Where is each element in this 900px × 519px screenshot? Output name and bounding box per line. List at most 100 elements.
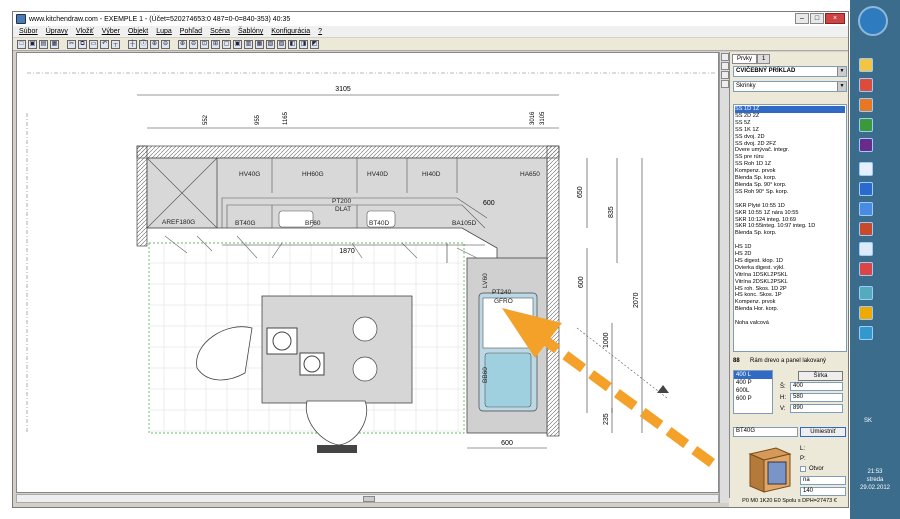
app-icon[interactable]	[859, 286, 873, 300]
app-icon[interactable]	[859, 138, 873, 152]
open-checkbox[interactable]	[800, 466, 806, 472]
list-item[interactable]: SS Roh 90° Sp. korp.	[735, 189, 845, 196]
scroll-thumb[interactable]	[363, 496, 375, 502]
v-field[interactable]: 890	[790, 404, 843, 413]
list-item[interactable]: Blenda Hor. korp.	[735, 306, 845, 313]
menu-item[interactable]: Šablóny	[238, 28, 263, 35]
toolbar-icon[interactable]: ◨	[299, 39, 308, 49]
list-item[interactable]: Dvere umývač. integr.	[735, 147, 845, 154]
list-item[interactable]: SKR 10:55 1Z nára 10:55	[735, 210, 845, 217]
toolbar-icon[interactable]: ▦	[50, 39, 59, 49]
list-item[interactable]: SS pre rúru	[735, 154, 845, 161]
kitchendraw-icon[interactable]	[859, 162, 873, 176]
toolbar-icon[interactable]: □	[17, 39, 26, 49]
tab-icon[interactable]	[721, 71, 729, 79]
category-select[interactable]: Skrinky ▼	[733, 81, 847, 92]
browser-icon[interactable]	[859, 78, 873, 92]
list-item[interactable]: SS Roh 1D 1Z	[735, 161, 845, 168]
tab-icon[interactable]	[721, 53, 729, 61]
firefox-icon[interactable]	[859, 98, 873, 112]
toolbar-icon[interactable]: ⊖	[189, 39, 198, 49]
toolbar-icon[interactable]: ⧉	[78, 39, 87, 49]
list-item[interactable]: Dvierka digest. výkl.	[735, 265, 845, 272]
menu-item[interactable]: Konfigurácia	[271, 28, 310, 35]
app-icon[interactable]	[859, 202, 873, 216]
toolbar-icon[interactable]: ⊖	[161, 39, 170, 49]
toolbar-icon[interactable]: ⊡	[200, 39, 209, 49]
menu-item[interactable]: Úpravy	[46, 28, 68, 35]
list-item[interactable]: SS dvoj. 2D	[735, 134, 845, 141]
app-icon[interactable]	[859, 118, 873, 132]
app-icon[interactable]	[859, 58, 873, 72]
toolbar-icon[interactable]: ▦	[255, 39, 264, 49]
toolbar-icon[interactable]: ↶	[100, 39, 109, 49]
variant-item[interactable]: 400 L	[734, 371, 772, 379]
list-item[interactable]: Kompenz. prvok	[735, 299, 845, 306]
list-item[interactable]: HS roh. Skos. 1D 2P	[735, 286, 845, 293]
list-item[interactable]: SKR 10:55integ. 10:97 integ. 1D	[735, 223, 845, 230]
app-icon[interactable]	[859, 222, 873, 236]
list-item[interactable]: SS 1D 1Z	[735, 106, 845, 113]
close-button[interactable]: ×	[825, 13, 845, 24]
toolbar-icon[interactable]: ▥	[244, 39, 253, 49]
list-item[interactable]: Vitrína 2DSKL2PSKL	[735, 279, 845, 286]
app-icon[interactable]	[859, 242, 873, 256]
toolbar-icon[interactable]: ▣	[233, 39, 242, 49]
toolbar-icon[interactable]: ◧	[288, 39, 297, 49]
list-item[interactable]: HS 2D	[735, 251, 845, 258]
menu-item[interactable]: Lupa	[156, 28, 172, 35]
tab-1[interactable]: 1	[757, 54, 771, 64]
list-item[interactable]: HS konc. Skos. 1P	[735, 292, 845, 299]
item-list[interactable]: SS 1D 1Z SS 2D 2Z SS 5Z SS 1K 1Z SS dvoj. 2D…	[733, 104, 847, 352]
menu-item[interactable]: Objekt	[128, 28, 148, 35]
toolbar-icon[interactable]: ◩	[310, 39, 319, 49]
drawing-canvas[interactable]: 3105 552 955 1165 3016 3105 1870 650 835…	[16, 52, 719, 493]
toolbar-icon[interactable]: ▭	[89, 39, 98, 49]
list-item[interactable]: SS dvoj. 2D 2FZ	[735, 141, 845, 148]
toolbar-icon[interactable]: ▨	[277, 39, 286, 49]
app-icon[interactable]	[859, 306, 873, 320]
height-select[interactable]: 140	[800, 487, 846, 496]
list-item[interactable]: Vitrína 1DSKL2PSKL	[735, 272, 845, 279]
list-item[interactable]: SS 5Z	[735, 120, 845, 127]
list-item[interactable]	[735, 237, 845, 244]
h-field[interactable]: 580	[790, 393, 843, 402]
list-item[interactable]	[735, 196, 845, 203]
toolbar-icon[interactable]: ▣	[28, 39, 37, 49]
maximize-button[interactable]: □	[810, 13, 824, 24]
toolbar-icon[interactable]: ┼	[128, 39, 137, 49]
tab-prvky[interactable]: Prvky	[732, 54, 757, 64]
catalog-select[interactable]: CVIČEBNÝ PRÍKLAD ▼	[733, 66, 847, 77]
skype-icon[interactable]	[859, 326, 873, 340]
variant-item[interactable]: 600L	[734, 387, 772, 395]
minimize-button[interactable]: –	[795, 13, 809, 24]
list-item[interactable]: Blenda Sp. 90° korp.	[735, 182, 845, 189]
toolbar-icon[interactable]: ▢	[222, 39, 231, 49]
list-item[interactable]: Noha valcová	[735, 320, 845, 327]
variant-item[interactable]: 400 P	[734, 379, 772, 387]
list-item[interactable]: SS 2D 2Z	[735, 113, 845, 120]
list-item[interactable]: Kompenz. prvok	[735, 168, 845, 175]
toolbar-icon[interactable]: ✂	[67, 39, 76, 49]
variant-list[interactable]: 400 L 400 P 600L 600 P	[733, 370, 773, 414]
tab-icon[interactable]	[721, 62, 729, 70]
toolbar-icon[interactable]: ⊞	[211, 39, 220, 49]
toolbar-icon[interactable]: ⊕	[178, 39, 187, 49]
list-item[interactable]: HS digest. klop. 1D	[735, 258, 845, 265]
width-button[interactable]: Šírka	[798, 371, 843, 381]
app-icon[interactable]	[859, 262, 873, 276]
menu-item[interactable]: Súbor	[19, 28, 38, 35]
tab-icon[interactable]	[721, 80, 729, 88]
list-item[interactable]: SKR Plyté 10:55 1D	[735, 203, 845, 210]
variant-item[interactable]: 600 P	[734, 395, 772, 403]
menu-item[interactable]: Vložiť	[76, 28, 94, 35]
menu-item[interactable]: Pohľad	[180, 28, 202, 35]
toolbar-icon[interactable]: ⓘ	[139, 39, 148, 49]
list-item[interactable]: SKR 10:124 integ. 10:69	[735, 217, 845, 224]
menu-item[interactable]: ?	[318, 28, 322, 35]
clock[interactable]: 21:53 streda 29.02.2012	[852, 468, 898, 492]
toolbar-icon[interactable]: ▤	[39, 39, 48, 49]
s-field[interactable]: 400	[790, 382, 843, 391]
list-item[interactable]: Blenda Sp. korp.	[735, 230, 845, 237]
list-item[interactable]	[735, 313, 845, 320]
